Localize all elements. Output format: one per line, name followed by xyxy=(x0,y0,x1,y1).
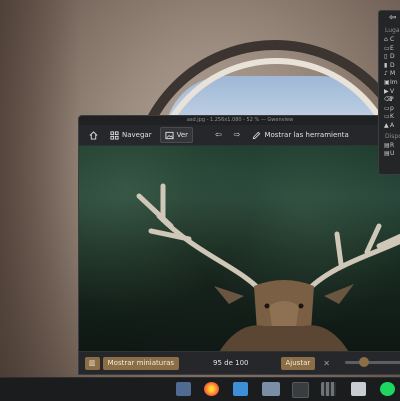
browse-label: Navegar xyxy=(122,131,152,139)
file-manager-icon[interactable] xyxy=(176,382,191,396)
zoom-slider[interactable] xyxy=(345,357,400,367)
sidebar-icon: ▥ xyxy=(89,358,96,367)
fit-button[interactable]: Ajustar xyxy=(280,356,316,370)
places-item[interactable]: ▲A xyxy=(379,122,400,131)
places-item[interactable]: ⌫P xyxy=(379,96,400,105)
place-label: p xyxy=(390,104,394,112)
gwenview-window: asd.jpg - 1.256x1.080 - 52 % — Gwenview … xyxy=(78,115,400,375)
grid-icon xyxy=(110,130,119,140)
view-button[interactable]: Ver xyxy=(159,127,194,143)
places-item[interactable]: ▭E xyxy=(379,45,400,54)
places-item[interactable]: ⌂ C xyxy=(379,36,400,45)
home-button[interactable] xyxy=(85,128,102,142)
places-item[interactable]: ♪ M xyxy=(379,70,400,79)
next-image-button[interactable]: ⇨ xyxy=(230,128,245,142)
image-counter: 95 de 100 xyxy=(213,359,249,367)
arrow-left-icon: ⇦ xyxy=(215,130,222,139)
zoom-slider-handle[interactable] xyxy=(359,357,369,367)
spotify-icon[interactable] xyxy=(380,382,395,396)
devices-heading: Dispo xyxy=(385,132,400,140)
place-label: V xyxy=(390,87,395,95)
pencil-icon xyxy=(253,131,261,139)
place-label: A xyxy=(390,121,395,129)
places-item[interactable]: ▶V xyxy=(379,88,400,97)
view-label: Ver xyxy=(176,131,189,139)
terminal-icon[interactable] xyxy=(292,382,309,398)
places-item[interactable]: ▯ D xyxy=(379,53,400,62)
deer-photo xyxy=(136,183,400,352)
show-tools-button[interactable]: Mostrar las herramienta xyxy=(248,128,352,142)
main-toolbar: Navegar Ver ⇦ ⇨ Mostrar las herramienta xyxy=(79,125,400,146)
place-label: D xyxy=(390,61,395,69)
taskbar xyxy=(0,377,400,401)
places-heading: Lugares xyxy=(385,27,400,34)
folder-icon[interactable] xyxy=(233,382,248,396)
firefox-icon[interactable] xyxy=(204,382,219,396)
place-label: P xyxy=(390,96,394,104)
place-label: C xyxy=(390,36,395,43)
place-label: K xyxy=(390,113,394,121)
place-label: E xyxy=(390,44,394,52)
places-item[interactable]: ▤U xyxy=(379,150,400,159)
grid-app-icon[interactable] xyxy=(321,382,336,396)
places-item[interactable]: ▣Im xyxy=(379,79,400,88)
back-arrow-icon[interactable]: ⇦ xyxy=(379,11,400,25)
store-icon[interactable] xyxy=(351,382,366,396)
image-icon xyxy=(165,131,174,139)
wallpaper-shade xyxy=(0,0,80,400)
show-tools-label: Mostrar las herramienta xyxy=(264,131,349,139)
places-item[interactable]: ▮ D xyxy=(379,62,400,71)
window-title: asd.jpg - 1.256x1.080 - 52 % — Gwenview xyxy=(79,116,400,125)
sidebar-toggle-button[interactable]: ▥ xyxy=(85,356,100,370)
image-viewer-icon[interactable] xyxy=(262,382,280,396)
places-panel: ⇦ Lugares ⌂C▭E▯D▮D♪M▣Im▶V⌫P▭p▭K▲A Dispo … xyxy=(378,10,400,175)
places-item[interactable]: ▤R xyxy=(379,142,400,151)
close-icon[interactable]: ✕ xyxy=(323,359,330,368)
show-thumbnails-button[interactable]: Mostrar miniaturas xyxy=(102,356,180,370)
place-label: U xyxy=(390,150,395,158)
image-viewport[interactable] xyxy=(79,146,400,352)
browse-button[interactable]: Navegar xyxy=(106,128,156,142)
place-label: D xyxy=(390,53,395,61)
places-item[interactable]: ▭p xyxy=(379,105,400,114)
previous-image-button[interactable]: ⇦ xyxy=(211,128,226,142)
places-item[interactable]: ▭K xyxy=(379,113,400,122)
home-icon xyxy=(89,130,98,140)
place-label: M xyxy=(390,70,396,78)
place-label: Im xyxy=(390,78,398,86)
status-bar: ▥ Mostrar miniaturas 95 de 100 Ajustar ✕ xyxy=(79,351,400,374)
place-label: R xyxy=(390,141,395,149)
arrow-right-icon: ⇨ xyxy=(233,130,241,139)
